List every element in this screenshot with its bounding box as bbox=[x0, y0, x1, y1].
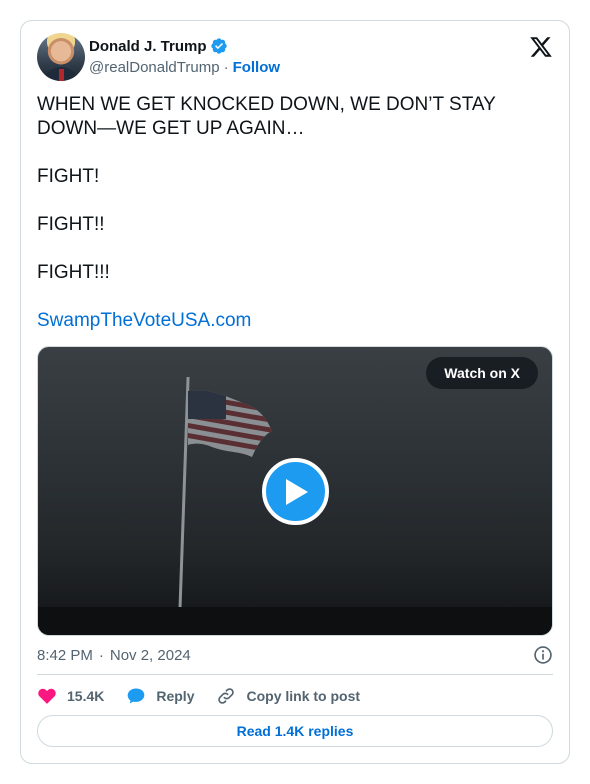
handle-separator: · bbox=[223, 59, 229, 76]
divider bbox=[37, 674, 553, 675]
american-flag-image bbox=[188, 390, 272, 457]
reply-label: Reply bbox=[156, 688, 195, 704]
meta-separator: · bbox=[98, 646, 104, 664]
tweet-time: 8:42 PM bbox=[37, 646, 93, 664]
follow-button[interactable]: Follow bbox=[233, 59, 281, 76]
video-player[interactable]: Watch on X bbox=[37, 346, 553, 636]
tweet-line: FIGHT!! bbox=[37, 214, 105, 235]
tweet-text: WHEN WE GET KNOCKED DOWN, WE DON’T STAY … bbox=[37, 93, 553, 333]
tweet-link[interactable]: SwampTheVoteUSA.com bbox=[37, 309, 251, 333]
x-logo-icon[interactable] bbox=[529, 35, 553, 59]
tweet-date: Nov 2, 2024 bbox=[109, 646, 191, 664]
action-bar: 15.4K Reply Copy link to post bbox=[37, 684, 553, 708]
watch-on-x-button[interactable]: Watch on X bbox=[426, 357, 538, 389]
like-count: 15.4K bbox=[67, 688, 105, 704]
tweet-line: WHEN WE GET KNOCKED DOWN, WE DON’T STAY bbox=[37, 94, 496, 115]
horizon bbox=[38, 607, 552, 635]
handle[interactable]: @realDonaldTrump bbox=[89, 59, 220, 76]
play-button[interactable] bbox=[262, 458, 329, 525]
info-icon[interactable] bbox=[533, 645, 553, 665]
copy-link-button[interactable]: Copy link to post bbox=[216, 686, 360, 706]
like-button[interactable]: 15.4K bbox=[37, 686, 104, 706]
verified-badge-icon bbox=[210, 38, 227, 54]
handle-row: @realDonaldTrump · Follow bbox=[89, 59, 280, 76]
link-icon bbox=[218, 688, 235, 704]
name-row: Donald J. Trump bbox=[89, 37, 228, 55]
avatar[interactable] bbox=[37, 33, 85, 81]
tweet-timestamp[interactable]: 8:42 PM · Nov 2, 2024 bbox=[37, 645, 553, 665]
display-name[interactable]: Donald J. Trump bbox=[89, 38, 207, 55]
tweet-card: Donald J. Trump @realDonaldTrump · Follo… bbox=[20, 20, 570, 764]
tweet-header: Donald J. Trump @realDonaldTrump · Follo… bbox=[37, 33, 553, 83]
reply-button[interactable]: Reply bbox=[126, 686, 194, 706]
tweet-line: FIGHT!!! bbox=[37, 262, 110, 283]
avatar-tie bbox=[59, 69, 64, 81]
speech-bubble-icon bbox=[128, 688, 145, 704]
play-icon bbox=[285, 478, 308, 505]
tweet-line: FIGHT! bbox=[37, 166, 100, 187]
read-replies-button[interactable]: Read 1.4K replies bbox=[37, 715, 553, 747]
tweet-line: DOWN—WE GET UP AGAIN… bbox=[37, 118, 305, 139]
heart-icon bbox=[38, 688, 56, 704]
copy-link-label: Copy link to post bbox=[246, 688, 361, 704]
